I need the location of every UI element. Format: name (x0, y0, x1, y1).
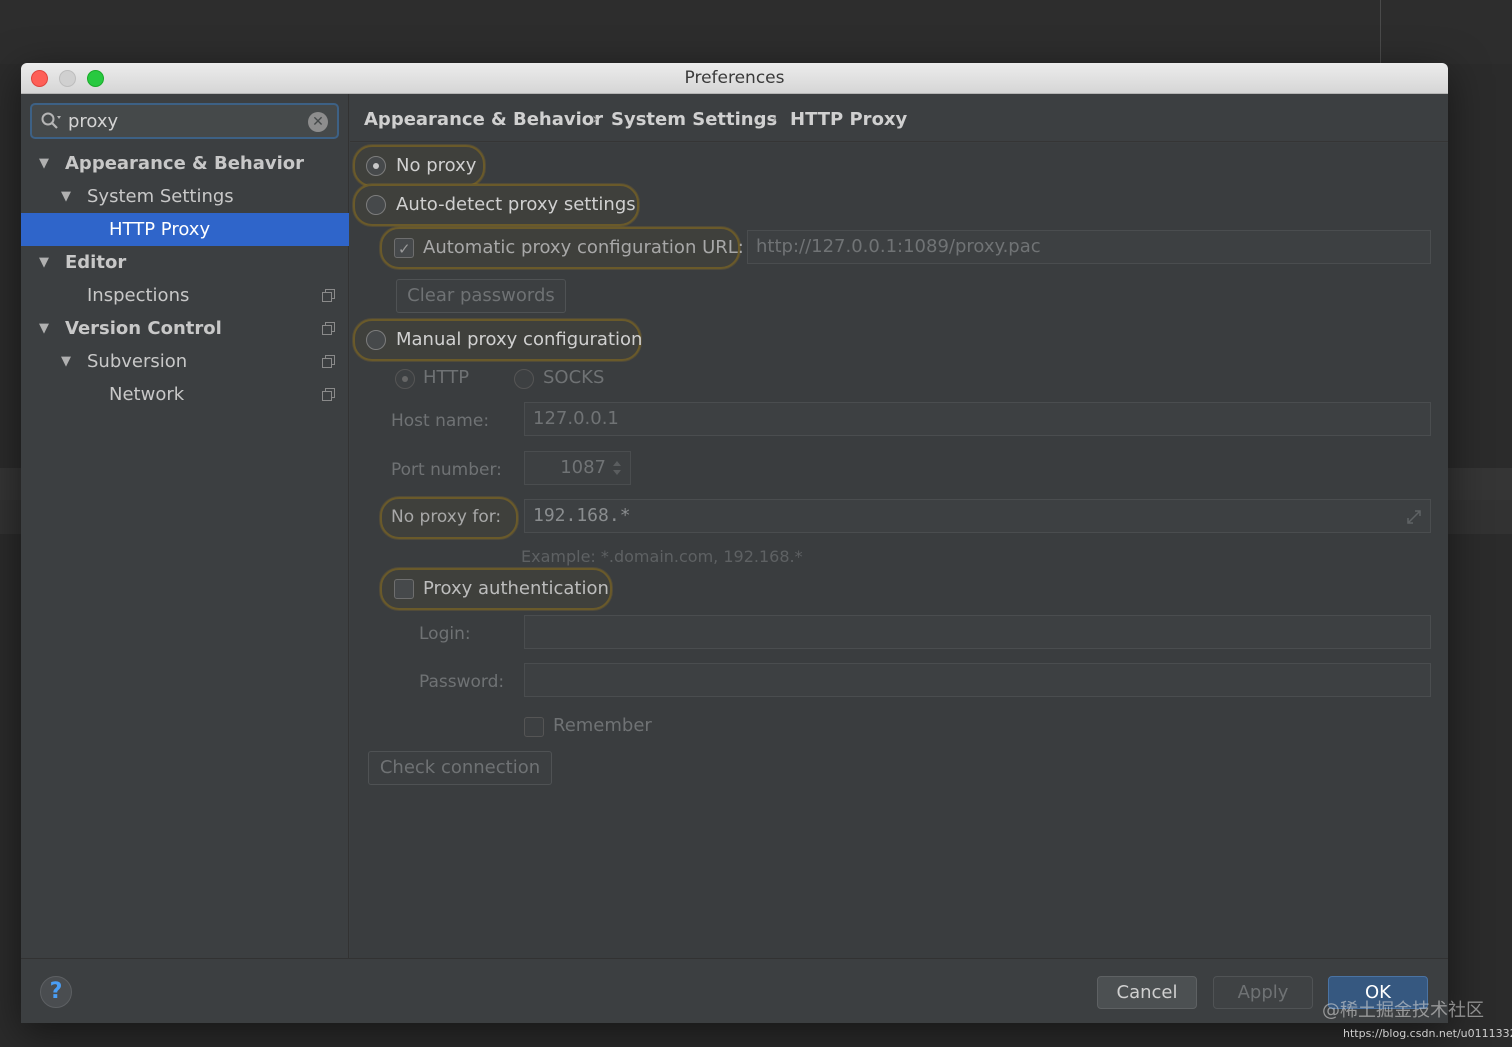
http-radio[interactable] (395, 369, 415, 389)
preferences-dialog: Preferences ✕ ▼ Appearance & Behavior ▼ … (21, 63, 1448, 1023)
example-hint: Example: *.domain.com, 192.168.* (521, 547, 803, 566)
clear-passwords-button[interactable]: Clear passwords (396, 279, 566, 313)
host-name-label: Host name: (391, 411, 490, 431)
tree-item-label: System Settings (87, 186, 234, 207)
dialog-footer: ? Cancel Apply OK (21, 958, 1448, 1023)
tree-item-label: Inspections (87, 285, 190, 306)
project-settings-icon (322, 355, 335, 368)
checkmark-icon: ✓ (398, 240, 411, 258)
auto-config-url-input[interactable]: http://127.0.0.1:1089/proxy.pac (747, 230, 1431, 264)
breadcrumb-appearance-behavior: Appearance & Behavior (364, 109, 604, 130)
sidebar: ✕ ▼ Appearance & Behavior ▼ System Setti… (21, 94, 349, 958)
http-proxy-settings: No proxy Auto-detect proxy settings ✓ Au… (350, 143, 1448, 958)
host-name-input[interactable]: 127.0.0.1 (524, 402, 1431, 436)
password-label: Password: (419, 672, 505, 692)
proxy-auth-label: Proxy authentication (423, 578, 609, 599)
port-number-label: Port number: (391, 460, 502, 480)
socks-radio[interactable] (514, 369, 534, 389)
cancel-button[interactable]: Cancel (1097, 976, 1197, 1009)
project-settings-icon (322, 322, 335, 335)
search-box[interactable]: ✕ (30, 103, 339, 139)
watermark: @稀土掘金技术社区 (1322, 1000, 1484, 1021)
tree-item-editor[interactable]: ▼ Editor (21, 246, 349, 279)
expand-arrow-icon[interactable]: ▼ (39, 246, 49, 279)
tree-item-label: HTTP Proxy (109, 219, 211, 240)
expand-arrow-icon[interactable]: ▼ (61, 180, 71, 213)
search-icon[interactable] (40, 111, 62, 133)
tree-item-version-control[interactable]: ▼ Version Control (21, 312, 349, 345)
source-url: https://blog.csdn.net/u011133213 (1343, 1027, 1512, 1040)
auto-detect-label[interactable]: Auto-detect proxy settings (396, 194, 636, 215)
tree-item-label: Version Control (65, 318, 222, 339)
help-icon[interactable]: ? (40, 976, 72, 1008)
apply-button[interactable]: Apply (1213, 976, 1313, 1009)
no-proxy-label[interactable]: No proxy (396, 155, 476, 176)
title-bar: Preferences (21, 63, 1448, 94)
remember-checkbox[interactable] (524, 717, 544, 737)
settings-tree: ▼ Appearance & Behavior ▼ System Setting… (21, 147, 349, 411)
manual-proxy-radio[interactable] (366, 330, 386, 350)
tree-item-label: Subversion (87, 351, 188, 372)
window-title: Preferences (684, 68, 785, 88)
no-proxy-for-label: No proxy for: (391, 507, 502, 527)
remember-label: Remember (553, 715, 652, 736)
tree-item-inspections[interactable]: Inspections (21, 279, 349, 312)
http-label: HTTP (423, 367, 470, 388)
login-input[interactable] (524, 615, 1431, 649)
tree-item-http-proxy[interactable]: HTTP Proxy (21, 213, 349, 246)
tree-item-label: Network (109, 384, 185, 405)
project-settings-icon (322, 388, 335, 401)
tree-item-appearance-behavior[interactable]: ▼ Appearance & Behavior (21, 147, 349, 180)
tree-item-subversion[interactable]: ▼ Subversion (21, 345, 349, 378)
breadcrumb-separator-icon: › (592, 109, 599, 128)
no-proxy-radio[interactable] (366, 156, 386, 176)
breadcrumb-http-proxy: HTTP Proxy (790, 109, 908, 130)
search-input[interactable] (68, 109, 298, 133)
auto-config-url-label: Automatic proxy configuration URL: (423, 237, 744, 258)
expand-arrow-icon[interactable]: ▼ (39, 312, 49, 345)
clear-search-icon[interactable]: ✕ (308, 112, 328, 132)
tree-item-label: Appearance & Behavior (65, 153, 305, 174)
breadcrumb-separator-icon: › (771, 109, 778, 128)
expand-arrow-icon[interactable]: ▼ (61, 345, 71, 378)
check-connection-button[interactable]: Check connection (368, 751, 552, 785)
breadcrumb: Appearance & Behavior › System Settings … (350, 94, 1448, 142)
project-settings-icon (322, 289, 335, 302)
auto-detect-radio[interactable] (366, 195, 386, 215)
expand-field-icon[interactable] (1405, 508, 1423, 526)
stepper-arrows-icon[interactable] (612, 459, 622, 477)
login-label: Login: (419, 624, 471, 644)
password-input[interactable] (524, 663, 1431, 697)
expand-arrow-icon[interactable]: ▼ (39, 147, 49, 180)
tree-item-label: Editor (65, 252, 127, 273)
manual-proxy-label[interactable]: Manual proxy configuration (396, 329, 642, 350)
auto-config-url-checkbox[interactable]: ✓ (394, 238, 414, 258)
breadcrumb-system-settings: System Settings (611, 109, 778, 130)
no-proxy-for-input[interactable]: 192.168.* (524, 499, 1431, 533)
tree-item-network[interactable]: Network (21, 378, 349, 411)
background-toolbar (0, 0, 1512, 64)
proxy-auth-checkbox[interactable] (394, 579, 414, 599)
settings-panel: Appearance & Behavior › System Settings … (350, 94, 1448, 958)
tree-item-system-settings[interactable]: ▼ System Settings (21, 180, 349, 213)
background-divider (1380, 0, 1381, 64)
socks-label: SOCKS (543, 367, 605, 388)
